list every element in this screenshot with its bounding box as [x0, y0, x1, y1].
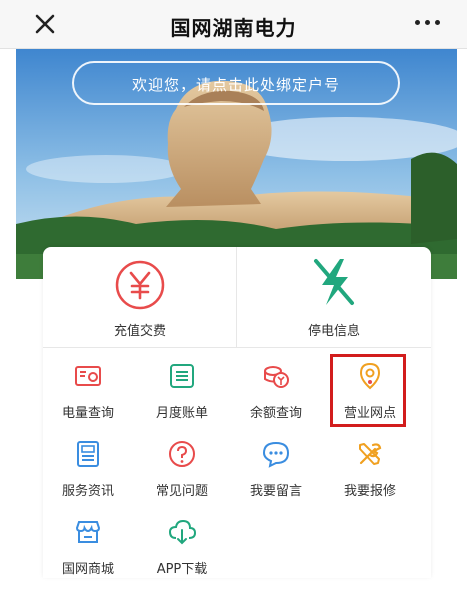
service-label: 服务资讯 [61, 484, 114, 499]
service-label: 电量查询 [61, 406, 114, 421]
repair-tools-icon [359, 443, 382, 465]
service-leave-message[interactable]: 我要留言 [231, 440, 321, 512]
service-monthly-bill[interactable]: 月度账单 [137, 362, 227, 434]
highlight-box [330, 354, 406, 427]
question-icon [169, 441, 195, 467]
service-label: 余额查询 [249, 406, 302, 421]
top-navigation-bar: 国网湖南电力 [0, 0, 467, 49]
service-label: 国网商城 [61, 562, 114, 577]
meter-icon [75, 366, 101, 386]
service-news[interactable]: 服务资讯 [43, 440, 133, 512]
service-balance-query[interactable]: 余额查询 [231, 362, 321, 434]
outage-info-card[interactable]: 停电信息 [237, 247, 431, 347]
chat-icon [262, 441, 290, 468]
store-icon [75, 521, 101, 543]
cloud-download-icon [168, 519, 196, 545]
service-label: 常见问题 [155, 484, 208, 499]
banner-image: 欢迎您，请点击此处绑定户号 [16, 49, 457, 279]
yuan-icon [115, 260, 165, 310]
service-electricity-query[interactable]: 电量查询 [43, 362, 133, 434]
divider [43, 347, 431, 348]
page-title: 国网湖南电力 [170, 16, 297, 40]
service-report-repair[interactable]: 我要报修 [325, 440, 415, 512]
power-outage-icon [314, 259, 354, 305]
outage-info-label: 停电信息 [307, 324, 360, 339]
coins-icon [264, 366, 289, 388]
bill-icon [170, 364, 194, 388]
bind-account-button[interactable]: 欢迎您，请点击此处绑定户号 [72, 61, 400, 105]
service-label: 月度账单 [155, 406, 208, 421]
service-faq[interactable]: 常见问题 [137, 440, 227, 512]
service-label: 我要报修 [343, 484, 396, 499]
more-icon[interactable] [415, 16, 441, 30]
news-icon [77, 441, 99, 467]
recharge-card[interactable]: 充值交费 [43, 247, 237, 347]
recharge-label: 充值交费 [113, 324, 166, 339]
service-label: 我要留言 [249, 484, 302, 499]
service-store[interactable]: 国网商城 [43, 518, 133, 590]
service-app-download[interactable]: APP下载 [137, 518, 227, 590]
service-label: APP下载 [156, 562, 208, 577]
